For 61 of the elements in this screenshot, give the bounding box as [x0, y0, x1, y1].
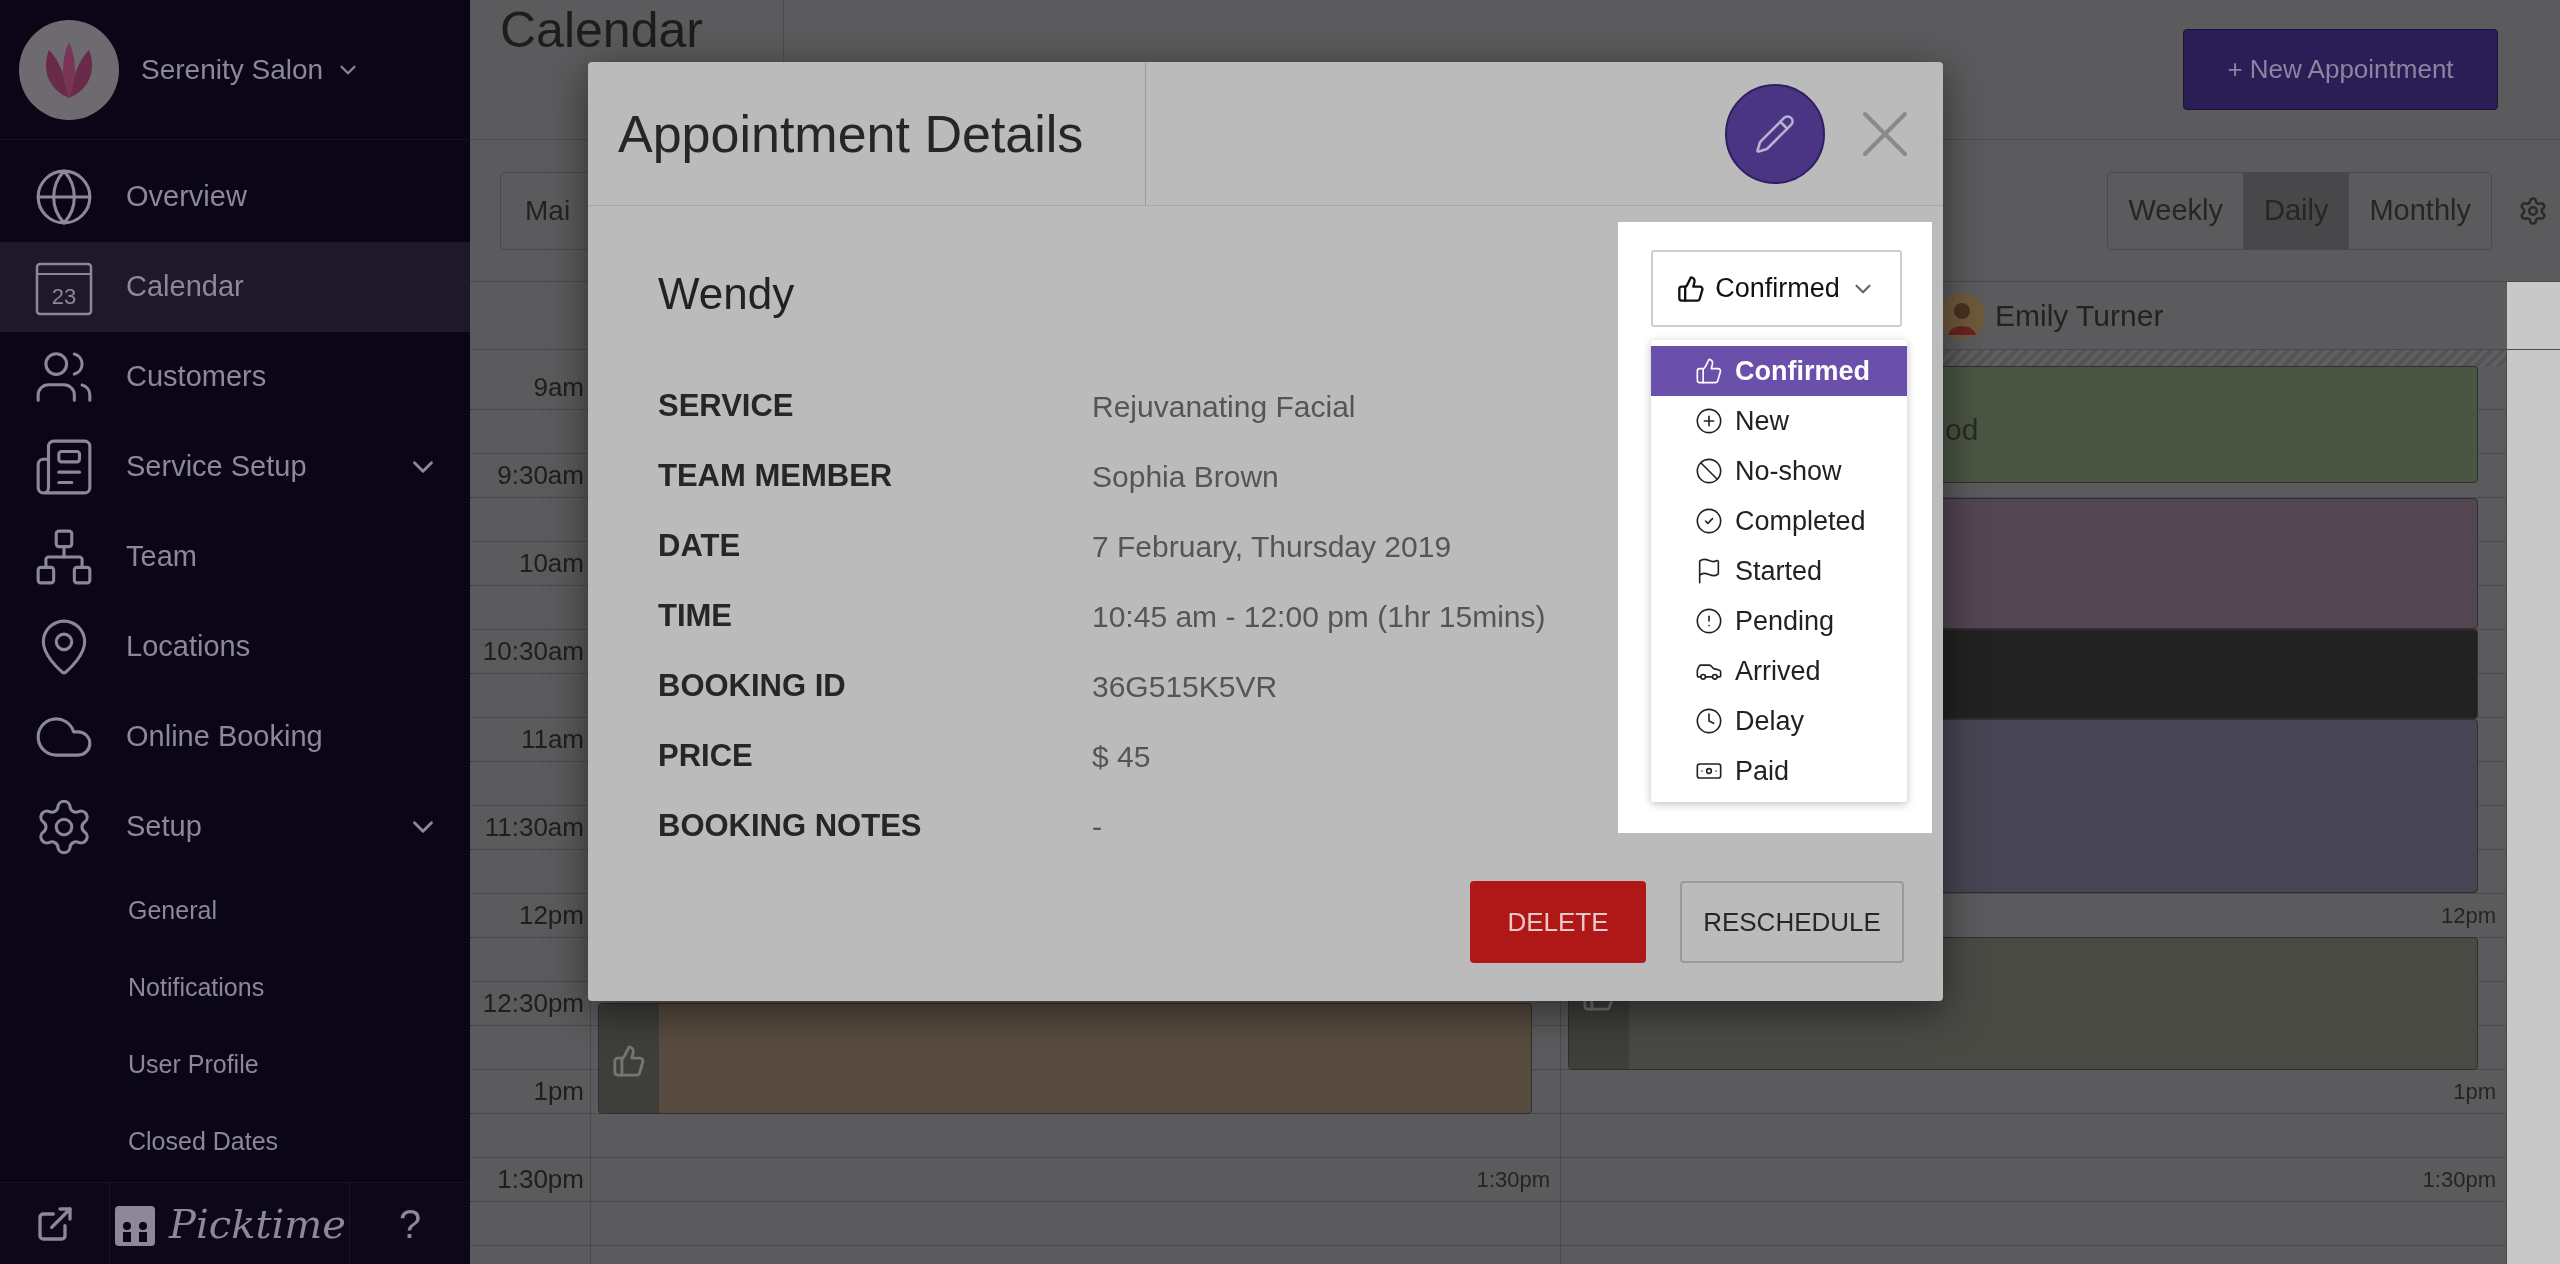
time-label: 11am	[520, 723, 584, 756]
staff-name: Emily Turner	[1995, 298, 2164, 334]
plus-circle-icon	[1695, 407, 1723, 435]
slot-time-label: 1pm	[2453, 1078, 2496, 1106]
page-title: Calendar	[500, 2, 703, 58]
detail-label: DATE	[658, 526, 742, 565]
nav-subitem[interactable]: General	[0, 872, 470, 949]
nav-subitem[interactable]: User Profile	[0, 1026, 470, 1103]
thumbs-up-icon	[1695, 357, 1723, 385]
detail-label: BOOKING ID	[658, 666, 847, 705]
new-appointment-button[interactable]: + New Appointment	[2183, 29, 2498, 110]
status-option[interactable]: Delay	[1651, 696, 1907, 746]
time-label: 11:30am	[484, 811, 584, 844]
alert-circle-icon	[1695, 607, 1723, 635]
pencil-icon	[1754, 112, 1796, 155]
time-label: 12:30pm	[482, 987, 584, 1020]
customer-name: Wendy	[658, 272, 796, 316]
slot-time-label: 12pm	[2440, 902, 2496, 930]
thumbs-up-icon	[1677, 274, 1706, 303]
detail-label: BOOKING NOTES	[658, 806, 923, 845]
status-select[interactable]: Confirmed	[1651, 250, 1902, 327]
help-button[interactable]: ?	[350, 1183, 470, 1264]
status-option[interactable]: Confirmed	[1651, 346, 1907, 396]
detail-value: 36G515K5VR	[1092, 668, 1278, 705]
clock-icon	[1695, 707, 1723, 735]
ban-icon	[1695, 457, 1723, 485]
detail-value: Rejuvanating Facial	[1092, 388, 1356, 425]
time-label: 9am	[533, 371, 584, 404]
detail-label: SERVICE	[658, 386, 795, 425]
nav-subitem[interactable]: Closed Dates	[0, 1103, 470, 1180]
status-option[interactable]: Pending	[1651, 596, 1907, 646]
detail-label: TEAM MEMBER	[658, 456, 894, 495]
time-label: 10am	[518, 547, 584, 580]
detail-value: -	[1092, 808, 1102, 845]
detail-value: $ 45	[1092, 738, 1151, 775]
detail-value: Sophia Brown	[1092, 458, 1279, 495]
thumbs-up-icon	[612, 1044, 646, 1078]
status-option[interactable]: Started	[1651, 546, 1907, 596]
slot-time-label: 1:30pm	[1476, 1166, 1550, 1194]
reschedule-button[interactable]: RESCHEDULE	[1680, 881, 1904, 963]
dialog-title: Appointment Details	[618, 103, 1084, 165]
time-label: 9:30am	[497, 459, 584, 492]
detail-value: 10:45 am - 12:00 pm (1hr 15mins)	[1092, 598, 1546, 635]
nav-item[interactable]: 23 Calendar	[0, 242, 470, 332]
picktime-logo: Picktime	[110, 1183, 350, 1264]
detail-label: TIME	[658, 596, 734, 635]
slot-time-label: 1:30pm	[2422, 1166, 2496, 1194]
status-option[interactable]: Completed	[1651, 496, 1907, 546]
delete-button[interactable]: DELETE	[1470, 881, 1646, 963]
business-switcher[interactable]: Serenity Salon	[141, 48, 362, 91]
check-circle-icon	[1695, 507, 1723, 535]
detail-label: PRICE	[658, 736, 754, 775]
status-option[interactable]: Paid	[1651, 746, 1907, 796]
time-label: 1pm	[533, 1075, 584, 1108]
status-option[interactable]: Arrived	[1651, 646, 1907, 696]
time-label: 10:30am	[482, 635, 584, 668]
detail-value: 7 February, Thursday 2019	[1092, 528, 1452, 565]
nav-subitem[interactable]: Notifications	[0, 949, 470, 1026]
time-label: 12pm	[518, 899, 584, 932]
time-label: 1:30pm	[497, 1163, 584, 1196]
status-option[interactable]: New	[1651, 396, 1907, 446]
